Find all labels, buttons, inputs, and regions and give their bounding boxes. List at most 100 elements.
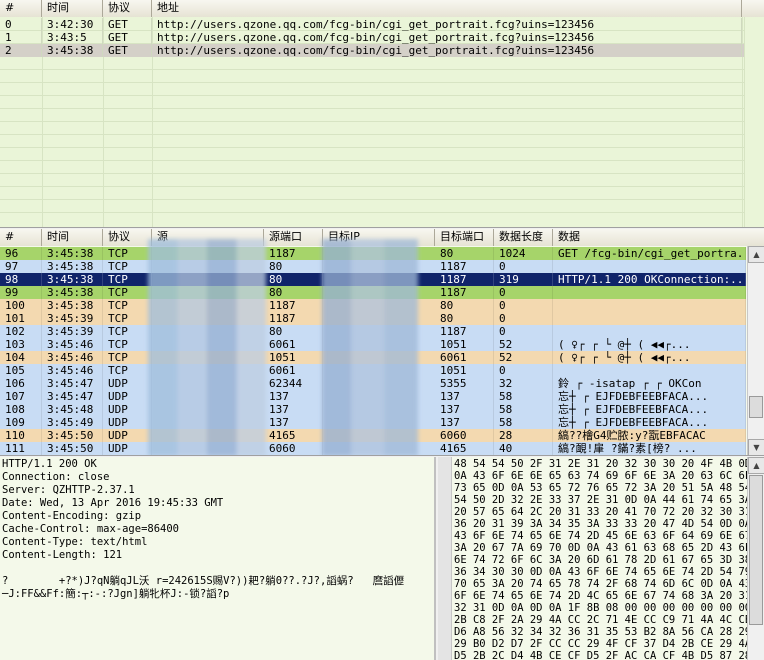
packet-list-scrollbar[interactable]: ▲ ▼	[747, 246, 764, 455]
packet-dest-port: 80	[435, 247, 494, 260]
packet-length: 0	[494, 364, 553, 377]
packet-num: 104	[0, 351, 42, 364]
packet-source-port: 6060	[264, 442, 323, 455]
packet-row[interactable]: 108 3:45:48 UDP 137 137 58 忘┼ ┌ EJFDEBFEEBFACA…	[0, 403, 746, 416]
hex-line: 43 6F 6E 74 65 6E 74 2D 45 6E 63 6F 64 6…	[454, 530, 752, 542]
packet-row[interactable]: 102 3:45:39 TCP 80 1187 0	[0, 325, 746, 338]
packet-num: 101	[0, 312, 42, 325]
packet-source-port: 137	[264, 403, 323, 416]
packet-time: 3:45:38	[42, 299, 103, 312]
packet-row[interactable]: 110 3:45:50 UDP 4165 6060 28 縞??檜G4贮脓:y?翫EBFAC…	[0, 429, 746, 442]
packet-row[interactable]: 103 3:45:46 TCP 6061 1051 52( ♀┌ ┌ └ @┼ ( ◀◀┌…	[0, 338, 746, 351]
scroll-thumb[interactable]	[749, 475, 763, 625]
column-header-protocol[interactable]: 协议	[103, 229, 152, 246]
url-row-selected[interactable]: 2 3:45:38 GET http://users.qzone.qq.com/…	[0, 44, 744, 57]
column-header-address[interactable]: 地址	[152, 0, 742, 17]
packet-row[interactable]: 106 3:45:47 UDP 62344 5355 32 鈴 ┌ -isatap ┌ ┌ …	[0, 377, 746, 390]
packet-data: 縞??檜G4贮脓:y?翫EBFACAC	[553, 429, 746, 442]
url-row-address: http://users.qzone.qq.com/fcg-bin/cgi_ge…	[152, 31, 742, 44]
grid-line	[0, 212, 744, 213]
packet-dest-port: 80	[435, 312, 494, 325]
packet-row[interactable]: 109 3:45:49 UDP 137 137 58 忘┼ ┌ EJFDEBFEEBFACA…	[0, 416, 746, 429]
packet-protocol: UDP	[103, 442, 152, 455]
packet-num: 105	[0, 364, 42, 377]
packet-dest-port: 80	[435, 299, 494, 312]
column-header-data-length[interactable]: 数据长度	[494, 229, 553, 246]
grid-line	[0, 69, 744, 70]
packet-num: 99	[0, 286, 42, 299]
packet-dest-port: 1051	[435, 338, 494, 351]
scroll-thumb[interactable]	[749, 396, 763, 418]
packet-row[interactable]: 105 3:45:46 TCP 6061 1051 0	[0, 364, 746, 377]
grid-line	[0, 173, 744, 174]
hex-dump-scrollbar[interactable]: ▲	[747, 457, 764, 660]
url-row[interactable]: 0 3:42:30 GET http://users.qzone.qq.com/…	[0, 18, 744, 31]
packet-data: GET /fcg-bin/cgi_get_portra...	[553, 247, 746, 260]
url-row[interactable]: 1 3:43:5 GET http://users.qzone.qq.com/f…	[0, 31, 744, 44]
hex-line: 0A 43 6F 6E 6E 65 63 74 69 6F 6E 3A 20 6…	[454, 470, 752, 482]
packet-data: 縞?靦!肁 ?鏋?素[榜? ...	[553, 442, 746, 455]
packet-row[interactable]: 104 3:45:46 TCP 1051 6061 52( ♀┌ ┌ └ @┼ ( ◀◀┌…	[0, 351, 746, 364]
packet-data	[553, 286, 746, 299]
hex-line: D5 2B 2C D4 4B CE CF D5 2F AC CA CF 4B D…	[454, 650, 752, 660]
scroll-down-icon[interactable]: ▼	[748, 439, 764, 455]
packet-time: 3:45:47	[42, 377, 103, 390]
url-row-num: 0	[0, 18, 42, 31]
packet-length: 0	[494, 286, 553, 299]
text-line: Connection: close	[2, 471, 110, 483]
scroll-up-icon[interactable]: ▲	[748, 246, 764, 263]
packet-data: ( ♀┌ ┌ └ @┼ ( ◀◀┌...	[553, 338, 746, 351]
hex-line: 36 34 30 30 0D 0A 43 6F 6E 74 65 6E 74 2…	[454, 566, 752, 578]
scroll-up-icon[interactable]: ▲	[748, 457, 764, 474]
packet-row[interactable]: 101 3:45:39 TCP 1187 80 0	[0, 312, 746, 325]
packet-protocol: TCP	[103, 312, 152, 325]
packet-row[interactable]: 99 3:45:38 TCP 80 1187 0	[0, 286, 746, 299]
packet-protocol: UDP	[103, 403, 152, 416]
column-header-num[interactable]: #	[0, 229, 42, 246]
hex-line: 6E 74 72 6F 6C 3A 20 6D 61 78 2D 61 67 6…	[454, 554, 752, 566]
packet-row[interactable]: 100 3:45:38 TCP 1187 80 0	[0, 299, 746, 312]
packet-time: 3:45:46	[42, 351, 103, 364]
column-header-time[interactable]: 时间	[42, 229, 103, 246]
packet-num: 98	[0, 273, 42, 286]
packet-length: 0	[494, 299, 553, 312]
packet-time: 3:45:46	[42, 338, 103, 351]
column-header-dest-ip[interactable]: 目标IP	[323, 229, 435, 246]
packet-dest-port: 1187	[435, 325, 494, 338]
column-header-source[interactable]: 源	[152, 229, 264, 246]
hex-dump-panel[interactable]: 48 54 54 50 2F 31 2E 31 20 32 30 30 20 4…	[438, 457, 764, 660]
text-line: ─J:FF&&Ff:簡:┬:-:?Jgn]躺牝杯J:-锁?謟?p	[2, 588, 230, 600]
packet-row[interactable]: 111 3:45:50 UDP 6060 4165 40 縞?靦!肁 ?鏋?素[榜? ...	[0, 442, 746, 455]
url-list-scroll-area	[744, 17, 764, 227]
decoded-text-panel[interactable]: HTTP/1.1 200 OK Connection: close Server…	[0, 457, 436, 660]
packet-protocol: TCP	[103, 338, 152, 351]
column-header-protocol[interactable]: 协议	[103, 0, 152, 17]
column-header-data[interactable]: 数据	[553, 229, 764, 246]
packet-list-panel: # 时间 协议 源 源端口 目标IP 目标端口 数据长度 数据 96 3:45:3…	[0, 229, 764, 456]
hex-gutter	[438, 457, 452, 660]
packet-row-selected[interactable]: 98 3:45:38 TCP 80 1187 319 HTTP/1.1 200 OKConn…	[0, 273, 746, 286]
grid-line	[0, 108, 744, 109]
column-header-time[interactable]: 时间	[42, 0, 103, 17]
packet-length: 32	[494, 377, 553, 390]
packet-data: ( ♀┌ ┌ └ @┼ ( ◀◀┌...	[553, 351, 746, 364]
grid-line	[0, 121, 744, 122]
column-header-dest-port[interactable]: 目标端口	[435, 229, 494, 246]
packet-data	[553, 312, 746, 325]
column-header-num[interactable]: #	[0, 0, 42, 17]
packet-row[interactable]: 107 3:45:47 UDP 137 137 58 忘┼ ┌ EJFDEBFEEBFACA…	[0, 390, 746, 403]
hex-line: 70 65 3A 20 74 65 78 74 2F 68 74 6D 6C 0…	[454, 578, 752, 590]
hex-line: 48 54 54 50 2F 31 2E 31 20 32 30 30 20 4…	[454, 458, 752, 470]
grid-line	[0, 199, 744, 200]
packet-row[interactable]: 97 3:45:38 TCP 80 1187 0	[0, 260, 746, 273]
url-row-protocol: GET	[103, 31, 152, 44]
packet-protocol: UDP	[103, 416, 152, 429]
packet-row[interactable]: 96 3:45:38 TCP 1187 80 1024 GET /fcg-bin/cgi_g…	[0, 247, 746, 260]
packet-dest-port: 4165	[435, 442, 494, 455]
packet-source-port: 80	[264, 286, 323, 299]
text-line: Cache-Control: max-age=86400	[2, 523, 180, 535]
column-header-source-port[interactable]: 源端口	[264, 229, 323, 246]
packet-source-port: 1187	[264, 247, 323, 260]
packet-num: 100	[0, 299, 42, 312]
packet-length: 0	[494, 325, 553, 338]
